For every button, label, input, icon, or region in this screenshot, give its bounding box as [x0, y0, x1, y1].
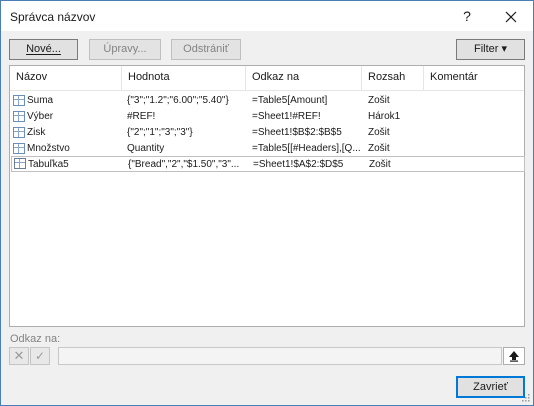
row-refers-to: =Sheet1!$A$2:$D$5	[253, 159, 344, 170]
row-name: Zisk	[27, 127, 46, 138]
list-header: Názov Hodnota Odkaz na Rozsah Komentár	[10, 66, 524, 91]
names-list[interactable]: Názov Hodnota Odkaz na Rozsah Komentár S…	[9, 65, 525, 327]
cancel-edit-button[interactable]: ✕	[9, 347, 29, 365]
row-name: Množstvo	[27, 143, 70, 154]
table-row[interactable]: Zisk {"2";"1";"3";"3"} =Sheet1!$B$2:$B$5…	[10, 125, 524, 141]
new-name-button[interactable]: Nové...	[9, 39, 78, 60]
row-comment	[430, 109, 524, 125]
row-comment	[430, 141, 524, 157]
row-comment	[430, 93, 524, 109]
collapse-dialog-button[interactable]	[503, 347, 525, 365]
row-value: #REF!	[127, 111, 156, 122]
column-header-refers-to[interactable]: Odkaz na	[246, 66, 362, 90]
range-name-icon	[13, 95, 25, 106]
table-row[interactable]: Suma {"3";"1.2";"6.00";"5.40"} =Table5[A…	[10, 93, 524, 109]
table-row[interactable]: Množstvo Quantity =Table5[[#Headers],[Q.…	[10, 141, 524, 157]
row-scope: Zošit	[368, 127, 390, 138]
close-window-button[interactable]	[497, 6, 525, 28]
close-button[interactable]: Zavrieť	[456, 376, 525, 398]
confirm-edit-button[interactable]: ✓	[30, 347, 50, 365]
row-refers-to: =Sheet1!$B$2:$B$5	[252, 127, 342, 138]
column-header-name[interactable]: Názov	[10, 66, 122, 90]
column-header-comment[interactable]: Komentár	[424, 66, 524, 90]
row-name: Suma	[27, 95, 54, 106]
row-comment	[430, 125, 524, 141]
row-value: {"3";"1.2";"6.00";"5.40"}	[127, 95, 229, 106]
refers-to-input[interactable]	[58, 347, 502, 365]
range-name-icon	[13, 111, 25, 122]
row-value: Quantity	[127, 143, 165, 154]
range-name-icon	[13, 143, 25, 154]
edit-button[interactable]: Úpravy...	[89, 39, 161, 60]
collapse-arrow-icon	[509, 351, 519, 362]
row-value: {"2";"1";"3";"3"}	[127, 127, 193, 138]
close-icon	[505, 11, 517, 23]
row-refers-to: =Table5[Amount]	[252, 95, 328, 106]
name-manager-dialog: Správca názvov ? Nové... Úpravy... Odstr…	[0, 0, 534, 406]
resize-grip-icon[interactable]	[520, 392, 530, 402]
row-name: Tabuľka5	[28, 159, 69, 170]
row-scope: Hárok1	[368, 111, 401, 122]
new-name-label: Nové...	[26, 43, 61, 55]
row-name: Výber	[27, 111, 54, 122]
column-header-value[interactable]: Hodnota	[122, 66, 246, 90]
dialog-title: Správca názvov	[10, 10, 96, 24]
delete-button[interactable]: Odstrániť	[171, 39, 241, 60]
help-button[interactable]: ?	[453, 6, 481, 28]
table-icon	[14, 158, 26, 169]
table-row-selected[interactable]: Tabuľka5 {"Bread","2","$1.50","3"... =Sh…	[11, 156, 525, 172]
title-bar: Správca názvov ?	[1, 1, 533, 31]
refers-to-label: Odkaz na:	[10, 333, 61, 345]
row-scope: Zošit	[368, 143, 390, 154]
row-refers-to: =Table5[[#Headers],[Q...	[252, 143, 361, 154]
range-name-icon	[13, 127, 25, 138]
row-scope: Zošit	[368, 95, 390, 106]
filter-dropdown-button[interactable]: Filter ▾	[456, 39, 525, 60]
row-scope: Zošit	[369, 159, 391, 170]
column-header-scope[interactable]: Rozsah	[362, 66, 424, 90]
table-row[interactable]: Výber #REF! =Sheet1!#REF! Hárok1	[10, 109, 524, 125]
row-value: {"Bread","2","$1.50","3"...	[128, 159, 240, 170]
row-comment	[431, 157, 525, 173]
row-refers-to: =Sheet1!#REF!	[252, 111, 321, 122]
